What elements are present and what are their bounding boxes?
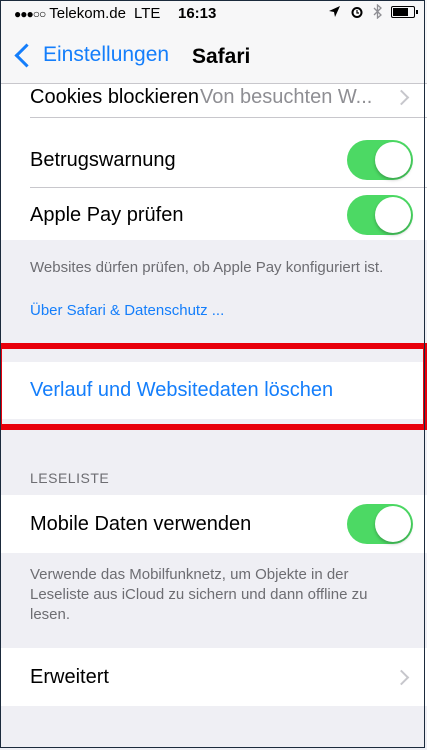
status-time: 16:13 (178, 5, 217, 22)
reading-list-footer: Verwende das Mobilfunknetz, um Objekte i… (30, 566, 368, 623)
page-title: Safari (192, 45, 251, 68)
advanced-group: Erweitert (0, 648, 427, 706)
mobile-data-label: Mobile Daten verwenden (30, 512, 252, 535)
highlight-box (0, 343, 427, 430)
apple-pay-toggle[interactable] (347, 195, 413, 235)
divider (30, 117, 427, 118)
apple-pay-label: Apple Pay prüfen (30, 203, 184, 226)
mobile-data-row: Mobile Daten verwenden (0, 495, 427, 553)
chevron-right-icon (393, 89, 410, 105)
back-label: Einstellungen (43, 43, 170, 66)
back-button[interactable]: Einstellungen (14, 42, 170, 68)
about-safari-privacy-link[interactable]: Über Safari & Datenschutz ... (30, 302, 224, 319)
advanced-label: Erweitert (30, 665, 109, 688)
battery-icon (391, 5, 418, 18)
status-left: ●●●○○ Telekom.de LTE (14, 5, 174, 22)
fraud-warning-toggle[interactable] (347, 140, 413, 180)
location-arrow-icon (329, 6, 340, 17)
carrier-name: Telekom.de (49, 5, 126, 22)
cookies-row[interactable]: Cookies blockieren Von besuchten W... (0, 76, 427, 118)
toggle-knob (375, 142, 411, 178)
reading-list-header: LESELISTE (30, 470, 110, 486)
cookies-label: Cookies blockieren (30, 85, 199, 108)
fraud-warning-row: Betrugswarnung (0, 131, 427, 189)
status-right (328, 4, 418, 19)
apple-pay-footer: Websites dürfen prüfen, ob Apple Pay kon… (30, 259, 384, 276)
chevron-right-icon (393, 669, 410, 685)
signal-strength-icon: ●●●○○ (14, 6, 46, 21)
chevron-left-icon (14, 42, 39, 68)
fraud-warning-label: Betrugswarnung (30, 148, 176, 171)
apple-pay-row: Apple Pay prüfen (0, 186, 427, 244)
cookies-value: Von besuchten W... (200, 85, 373, 108)
status-bar: ●●●○○ Telekom.de LTE 16:13 (0, 0, 427, 28)
toggle-knob (375, 197, 411, 233)
reading-list-group: Mobile Daten verwenden (0, 495, 427, 553)
mobile-data-toggle[interactable] (347, 504, 413, 544)
bluetooth-icon (373, 4, 382, 19)
advanced-row[interactable]: Erweitert (0, 648, 427, 706)
network-type: LTE (133, 5, 161, 22)
privacy-settings-group: Cookies blockieren Von besuchten W... Be… (0, 84, 427, 240)
alarm-icon (351, 6, 363, 18)
toggle-knob (375, 506, 411, 542)
